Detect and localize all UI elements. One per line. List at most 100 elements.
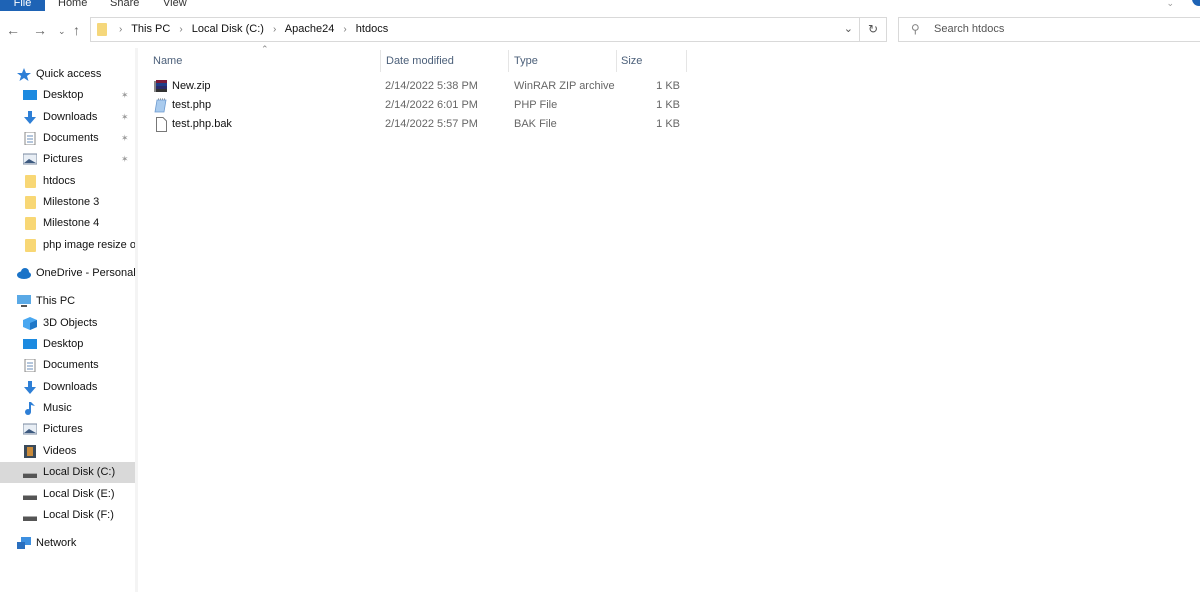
sidebar-item-label: Documents [43, 359, 99, 371]
sidebar-item[interactable]: OneDrive - Personal [0, 263, 135, 284]
navigation-pane-scrollbar[interactable] [135, 48, 138, 592]
sidebar-item-label: 3D Objects [43, 317, 98, 329]
up-button[interactable]: ↑ [73, 21, 80, 39]
column-header-type[interactable]: Type [514, 50, 538, 72]
sidebar-item-label: Network [36, 537, 77, 549]
sidebar-item-label: Desktop [43, 89, 84, 101]
php-file-icon [154, 98, 168, 113]
refresh-button[interactable]: ↻ [860, 17, 887, 42]
file-size: 1 KB [656, 99, 680, 111]
sidebar-item-label: Milestone 4 [43, 217, 100, 229]
cube-icon [23, 317, 37, 330]
sidebar-item-label: Local Disk (C:) [43, 466, 116, 478]
search-input[interactable]: Search htdocs [934, 18, 1004, 41]
music-icon [23, 402, 37, 415]
tab-file[interactable]: File [0, 0, 45, 11]
star-icon [17, 68, 31, 81]
breadcrumb-item[interactable]: Apache24 [285, 23, 335, 35]
desktop-icon [23, 338, 37, 351]
sidebar-item[interactable]: Desktop ✶ [0, 85, 135, 106]
sidebar-item-label: Desktop [43, 338, 84, 350]
chevron-right-icon[interactable]: › [119, 24, 122, 35]
forward-button[interactable]: → [33, 21, 47, 39]
file-name: New.zip [172, 80, 211, 92]
pin-icon[interactable]: ✶ [121, 107, 129, 128]
help-icon[interactable] [1192, 0, 1200, 6]
sidebar-item[interactable]: Milestone 3 [0, 192, 135, 213]
sidebar-item[interactable]: php image resize or [0, 235, 135, 256]
chevron-right-icon[interactable]: › [273, 24, 276, 35]
address-bar[interactable]: › This PC › Local Disk (C:) › Apache24 ›… [90, 17, 860, 42]
sidebar-item[interactable]: Network [0, 533, 135, 554]
sidebar-item-label: Milestone 3 [43, 196, 100, 208]
sidebar-item[interactable]: Local Disk (C:) [0, 462, 135, 483]
download-icon [23, 111, 37, 124]
sidebar-item[interactable]: Documents [0, 355, 135, 376]
file-name: test.php.bak [172, 118, 232, 130]
expand-ribbon-icon[interactable]: ⌄ [1166, 0, 1174, 9]
zip-archive-icon [154, 79, 168, 94]
column-header-name[interactable]: Name [153, 50, 182, 72]
column-divider[interactable] [380, 50, 381, 72]
chevron-right-icon[interactable]: › [179, 24, 182, 35]
sidebar-item-label: Local Disk (F:) [43, 509, 114, 521]
sidebar-item[interactable]: Videos [0, 441, 135, 462]
sidebar-item[interactable]: Milestone 4 [0, 213, 135, 234]
search-box[interactable]: ⚲ Search htdocs [898, 17, 1200, 42]
sidebar-item[interactable]: Documents ✶ [0, 128, 135, 149]
sidebar-item-label: Videos [43, 445, 77, 457]
sidebar-item[interactable]: Pictures ✶ [0, 149, 135, 170]
column-divider[interactable] [686, 50, 687, 72]
column-divider[interactable] [508, 50, 509, 72]
document-icon [23, 131, 37, 146]
sort-ascending-icon: ⌃ [261, 44, 269, 54]
sidebar-item-label: Pictures [43, 423, 83, 435]
column-divider[interactable] [616, 50, 617, 72]
sidebar-item[interactable]: Pictures [0, 419, 135, 440]
breadcrumb-item[interactable]: Local Disk (C:) [192, 23, 264, 35]
breadcrumb-item[interactable]: This PC [131, 23, 170, 35]
file-row[interactable]: test.php 2/14/2022 6:01 PM PHP File 1 KB [150, 96, 690, 115]
blank-file-icon [154, 117, 168, 132]
column-header-size[interactable]: Size [621, 50, 642, 72]
tab-share[interactable]: Share [110, 0, 139, 11]
pictures-icon [22, 153, 38, 166]
sidebar-item-label: Downloads [43, 381, 98, 393]
recent-locations-button[interactable]: ⌄ [58, 22, 66, 40]
drive-icon [23, 509, 37, 522]
computer-icon [17, 295, 31, 308]
navigation-pane: Quick access Desktop ✶ Downloads ✶ Documents ✶… [0, 60, 135, 592]
file-date: 2/14/2022 5:57 PM [385, 118, 478, 130]
sidebar-item[interactable]: htdocs [0, 171, 135, 192]
sidebar-item[interactable]: Quick access [0, 64, 135, 85]
sidebar-item[interactable]: Downloads ✶ [0, 107, 135, 128]
download-icon [23, 381, 37, 394]
sidebar-item[interactable]: 3D Objects [0, 313, 135, 334]
sidebar-item[interactable]: Desktop [0, 334, 135, 355]
tab-home[interactable]: Home [58, 0, 87, 11]
address-dropdown-icon[interactable]: ⌄ [844, 22, 853, 35]
sidebar-item[interactable]: Music [0, 398, 135, 419]
file-row[interactable]: New.zip 2/14/2022 5:38 PM WinRAR ZIP arc… [150, 77, 690, 96]
sidebar-item[interactable]: This PC [0, 291, 135, 312]
sidebar-item[interactable]: Local Disk (F:) [0, 505, 135, 526]
sidebar-item[interactable]: Local Disk (E:) [0, 484, 135, 505]
sidebar-item[interactable]: Downloads [0, 377, 135, 398]
pin-icon[interactable]: ✶ [121, 128, 129, 149]
breadcrumb-item[interactable]: htdocs [356, 23, 388, 35]
chevron-right-icon[interactable]: › [343, 24, 346, 35]
sidebar-item-label: Local Disk (E:) [43, 488, 115, 500]
pin-icon[interactable]: ✶ [121, 85, 129, 106]
sidebar-item-label: OneDrive - Personal [36, 267, 135, 279]
sidebar-item-label: htdocs [43, 175, 76, 187]
file-row[interactable]: test.php.bak 2/14/2022 5:57 PM BAK File … [150, 115, 690, 134]
folder-icon [25, 217, 36, 230]
pictures-icon [22, 423, 38, 436]
file-date: 2/14/2022 6:01 PM [385, 99, 478, 111]
file-size: 1 KB [656, 118, 680, 130]
column-header-date[interactable]: Date modified [386, 50, 454, 72]
file-size: 1 KB [656, 80, 680, 92]
back-button[interactable]: ← [6, 21, 20, 39]
pin-icon[interactable]: ✶ [121, 149, 129, 170]
tab-view[interactable]: View [163, 0, 187, 11]
